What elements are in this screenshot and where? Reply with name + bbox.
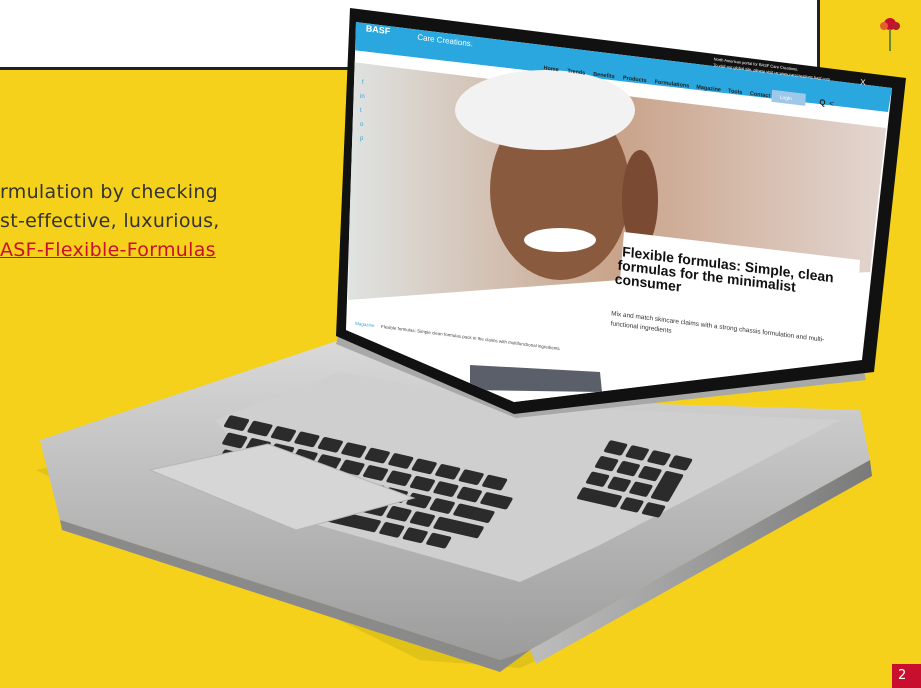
linkedin-icon: in	[360, 94, 365, 100]
laptop: BASF Care Creations. North American port…	[36, 8, 906, 672]
page-number: 2	[892, 664, 921, 688]
search-icon[interactable]: Q	[819, 98, 826, 108]
share-icon[interactable]: <	[829, 99, 834, 109]
